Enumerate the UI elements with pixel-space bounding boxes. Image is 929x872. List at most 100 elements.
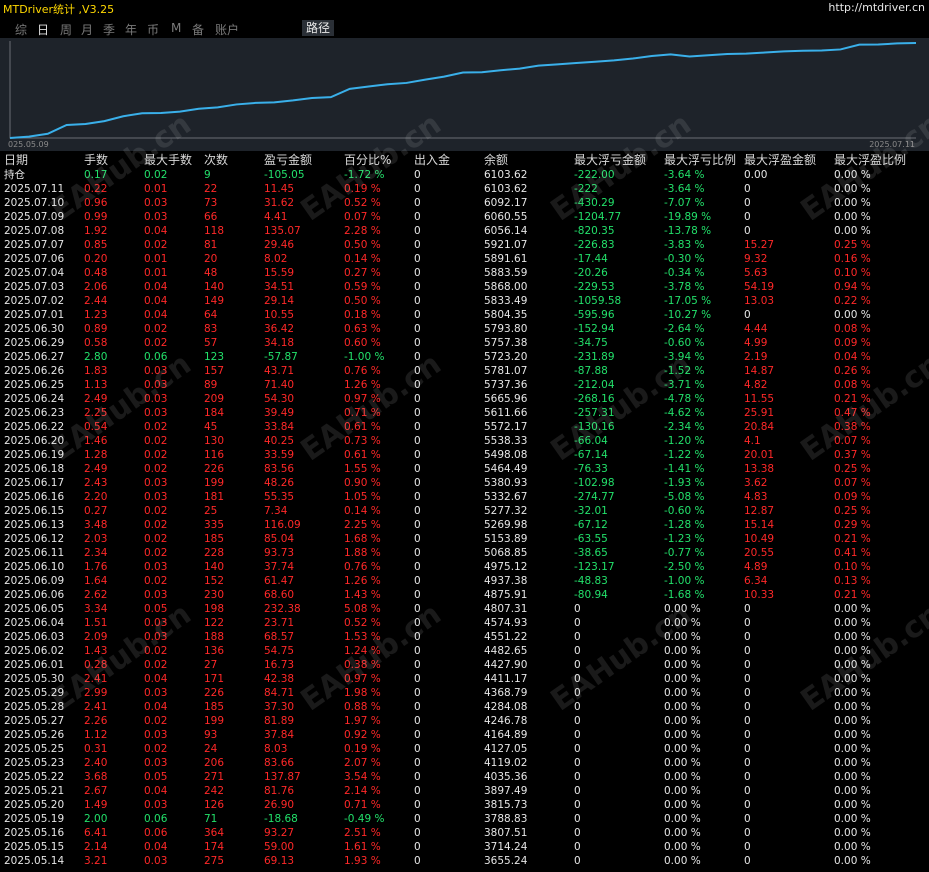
- table-row: 2025.07.09 0.99 0.03 66 4.41 0.07 % 0 6060.55 -1…: [0, 210, 929, 224]
- table-cell: 1.12: [84, 729, 108, 741]
- tab-1[interactable]: 日: [37, 21, 49, 38]
- table-row: 2025.07.10 0.96 0.03 73 31.62 0.52 % 0 6092.17 -…: [0, 196, 929, 210]
- table-cell: 2025.07.11: [4, 183, 65, 195]
- table-cell: 0: [414, 463, 421, 475]
- table-cell: 31.62: [264, 197, 295, 209]
- table-cell: 0: [744, 211, 751, 223]
- table-cell: 0: [414, 365, 421, 377]
- table-cell: 0: [414, 281, 421, 293]
- table-cell: 0.03: [144, 197, 168, 209]
- table-cell: 174: [204, 841, 225, 853]
- table-cell: 12.87: [744, 505, 775, 517]
- table-cell: 1.55 %: [344, 463, 381, 475]
- table-cell: 4119.02: [484, 757, 528, 769]
- table-cell: 149: [204, 295, 225, 307]
- table-cell: 20.84: [744, 421, 775, 433]
- table-row: 2025.07.11 0.22 0.01 22 11.45 0.19 % 0 6103.62 -…: [0, 182, 929, 196]
- table-cell: 8.02: [264, 253, 288, 265]
- tab-10[interactable]: 路径: [302, 20, 335, 36]
- table-cell: 0.03: [144, 379, 168, 391]
- table-cell: 0.27 %: [344, 267, 381, 279]
- table-cell: 5153.89: [484, 533, 528, 545]
- table-cell: 13.38: [744, 463, 775, 475]
- table-cell: 83.66: [264, 757, 295, 769]
- table-cell: -1.22 %: [664, 449, 705, 461]
- table-row: 2025.05.19 2.00 0.06 71 -18.68 -0.49 % 0 3788.8…: [0, 812, 929, 826]
- app-url-link[interactable]: http://mtdriver.cn: [828, 1, 925, 14]
- tab-2[interactable]: 周: [60, 21, 72, 38]
- table-row: 2025.07.01 1.23 0.04 64 10.55 0.18 % 0 5804.35 -…: [0, 308, 929, 322]
- table-cell: 25: [204, 505, 218, 517]
- tab-8[interactable]: 备: [192, 21, 204, 38]
- table-cell: 0: [414, 827, 421, 839]
- table-cell: 0.01: [144, 183, 168, 195]
- table-cell: 57: [204, 337, 218, 349]
- table-cell: -7.07 %: [664, 197, 705, 209]
- table-cell: 40.25: [264, 435, 295, 447]
- table-cell: 85.04: [264, 533, 295, 545]
- table-cell: 5757.38: [484, 337, 528, 349]
- table-cell: 0: [414, 169, 421, 181]
- table-cell: 0.27: [84, 505, 108, 517]
- table-cell: 0.06: [144, 351, 168, 363]
- table-cell: 0: [414, 253, 421, 265]
- column-header: 最大浮亏金额: [574, 153, 647, 167]
- table-cell: 0.05: [144, 771, 168, 783]
- table-cell: 3.54 %: [344, 771, 381, 783]
- tab-0[interactable]: 综: [15, 21, 27, 38]
- tab-5[interactable]: 年: [125, 21, 137, 38]
- table-cell: 0.00 %: [834, 757, 871, 769]
- tab-4[interactable]: 季: [103, 21, 115, 38]
- tab-6[interactable]: 币: [147, 21, 159, 38]
- table-cell: 0.00 %: [834, 225, 871, 237]
- table-cell: 9: [204, 169, 211, 181]
- table-cell: 71.40: [264, 379, 295, 391]
- table-row: 2025.05.15 2.14 0.04 174 59.00 1.61 % 0 3714.24…: [0, 840, 929, 854]
- table-cell: 0.00 %: [834, 729, 871, 741]
- table-cell: 2025.07.04: [4, 267, 65, 279]
- table-cell: 6103.62: [484, 183, 528, 195]
- chart-x-end-label: 2025.07.11: [869, 140, 915, 149]
- tab-9[interactable]: 账户: [215, 21, 239, 38]
- table-cell: -5.08 %: [664, 491, 705, 503]
- table-cell: 0.04: [144, 785, 168, 797]
- table-cell: 0.03: [144, 365, 168, 377]
- table-cell: 0.00 %: [664, 673, 701, 685]
- table-row: 2025.05.22 3.68 0.05 271 137.87 3.54 % 0 4035.3…: [0, 770, 929, 784]
- table-cell: 2025.05.25: [4, 743, 65, 755]
- table-cell: 4482.65: [484, 645, 528, 657]
- table-cell: 130: [204, 435, 225, 447]
- table-cell: 0.73 %: [344, 435, 381, 447]
- table-cell: 0.00 %: [834, 743, 871, 755]
- table-cell: -229.53: [574, 281, 615, 293]
- table-cell: -2.64 %: [664, 323, 705, 335]
- table-cell: 0.25 %: [834, 505, 871, 517]
- table-cell: 2025.06.20: [4, 435, 65, 447]
- table-cell: 0.89: [84, 323, 108, 335]
- tab-3[interactable]: 月: [81, 21, 93, 38]
- table-cell: 0.52 %: [344, 617, 381, 629]
- table-cell: 83.56: [264, 463, 295, 475]
- table-cell: 140: [204, 281, 225, 293]
- column-header: 余额: [484, 153, 509, 167]
- table-cell: 3.62: [744, 477, 768, 489]
- table-cell: 45: [204, 421, 218, 433]
- table-cell: 2025.06.22: [4, 421, 65, 433]
- table-row: 2025.06.25 1.13 0.03 89 71.40 1.26 % 0 5737.36 -…: [0, 378, 929, 392]
- table-cell: -1204.77: [574, 211, 622, 223]
- table-cell: 0.19 %: [344, 743, 381, 755]
- table-cell: 0.02: [144, 449, 168, 461]
- table-cell: 1.68 %: [344, 533, 381, 545]
- table-cell: 0: [414, 519, 421, 531]
- table-header-row: 日期 手数 最大手数 次数 盈亏金额 百分比% 出入金 余额 最大浮亏金额 最大浮亏比例 最大浮盈金…: [0, 153, 929, 168]
- table-cell: 2025.07.01: [4, 309, 65, 321]
- table-cell: -105.05: [264, 169, 305, 181]
- table-cell: -48.83: [574, 575, 608, 587]
- table-cell: 0.02: [144, 645, 168, 657]
- table-cell: 2025.06.01: [4, 659, 65, 671]
- table-row: 2025.06.26 1.83 0.03 157 43.71 0.76 % 0 5781.07…: [0, 364, 929, 378]
- table-cell: 2.26: [84, 715, 108, 727]
- tab-7[interactable]: M: [171, 21, 181, 35]
- table-cell: 0: [574, 743, 581, 755]
- table-cell: 1.93 %: [344, 855, 381, 867]
